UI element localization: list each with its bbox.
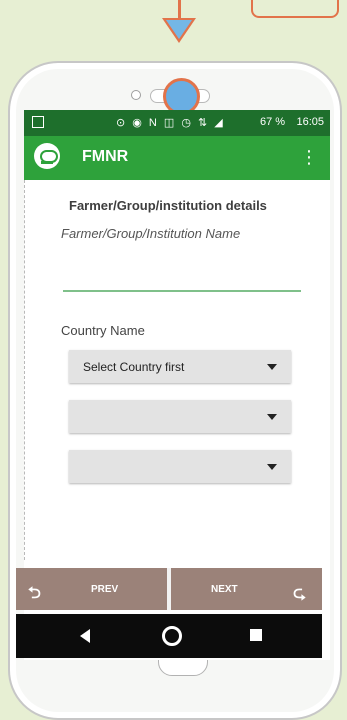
prev-label: PREV bbox=[91, 584, 119, 595]
gallery-notification-icon bbox=[32, 116, 44, 128]
chevron-down-icon bbox=[267, 414, 277, 420]
more-vert-icon[interactable]: ⋮ bbox=[300, 147, 318, 168]
forward-arrow-icon: ⮎ bbox=[293, 585, 306, 602]
battery-level: 67 % bbox=[260, 116, 286, 128]
annotation-box bbox=[251, 0, 339, 18]
prev-button[interactable]: ⮌ PREV bbox=[16, 568, 167, 610]
front-camera-icon bbox=[131, 90, 141, 100]
country-select-value: Select Country first bbox=[83, 360, 185, 374]
name-field-label: Farmer/Group/Institution Name bbox=[61, 226, 241, 241]
app-bar: FMNR ⋮ bbox=[24, 136, 330, 180]
home-icon[interactable] bbox=[162, 626, 182, 646]
chevron-down-icon bbox=[267, 364, 277, 370]
status-bar: ⊙ ◉ N ◫ ◷ ⇅ ◢ 67 % 16:05 bbox=[24, 110, 330, 136]
name-input[interactable] bbox=[63, 264, 301, 292]
form-heading: Farmer/Group/institution details bbox=[69, 198, 267, 213]
next-button[interactable]: NEXT ⮎ bbox=[171, 568, 322, 610]
country-select[interactable]: Select Country first bbox=[69, 350, 291, 383]
back-icon[interactable] bbox=[80, 629, 90, 643]
app-logo-icon bbox=[34, 143, 60, 169]
status-time: 16:05 bbox=[296, 116, 324, 128]
app-title: FMNR bbox=[82, 148, 129, 165]
recent-apps-icon[interactable] bbox=[250, 629, 262, 641]
chevron-down-icon bbox=[267, 464, 277, 470]
annotation-pointer-fill bbox=[166, 20, 192, 39]
form-navigation: ⮌ PREV NEXT ⮎ bbox=[16, 568, 322, 610]
back-arrow-icon: ⮌ bbox=[28, 585, 41, 602]
form-content: Farmer/Group/institution details Farmer/… bbox=[24, 180, 330, 560]
annotation-line bbox=[178, 0, 181, 20]
android-navigation-bar bbox=[16, 614, 322, 658]
district-select[interactable] bbox=[69, 450, 291, 483]
region-select[interactable] bbox=[69, 400, 291, 433]
status-icons: ⊙ ◉ N ◫ ◷ ⇅ ◢ bbox=[116, 117, 225, 129]
next-label: NEXT bbox=[211, 584, 238, 595]
country-label: Country Name bbox=[61, 323, 145, 338]
